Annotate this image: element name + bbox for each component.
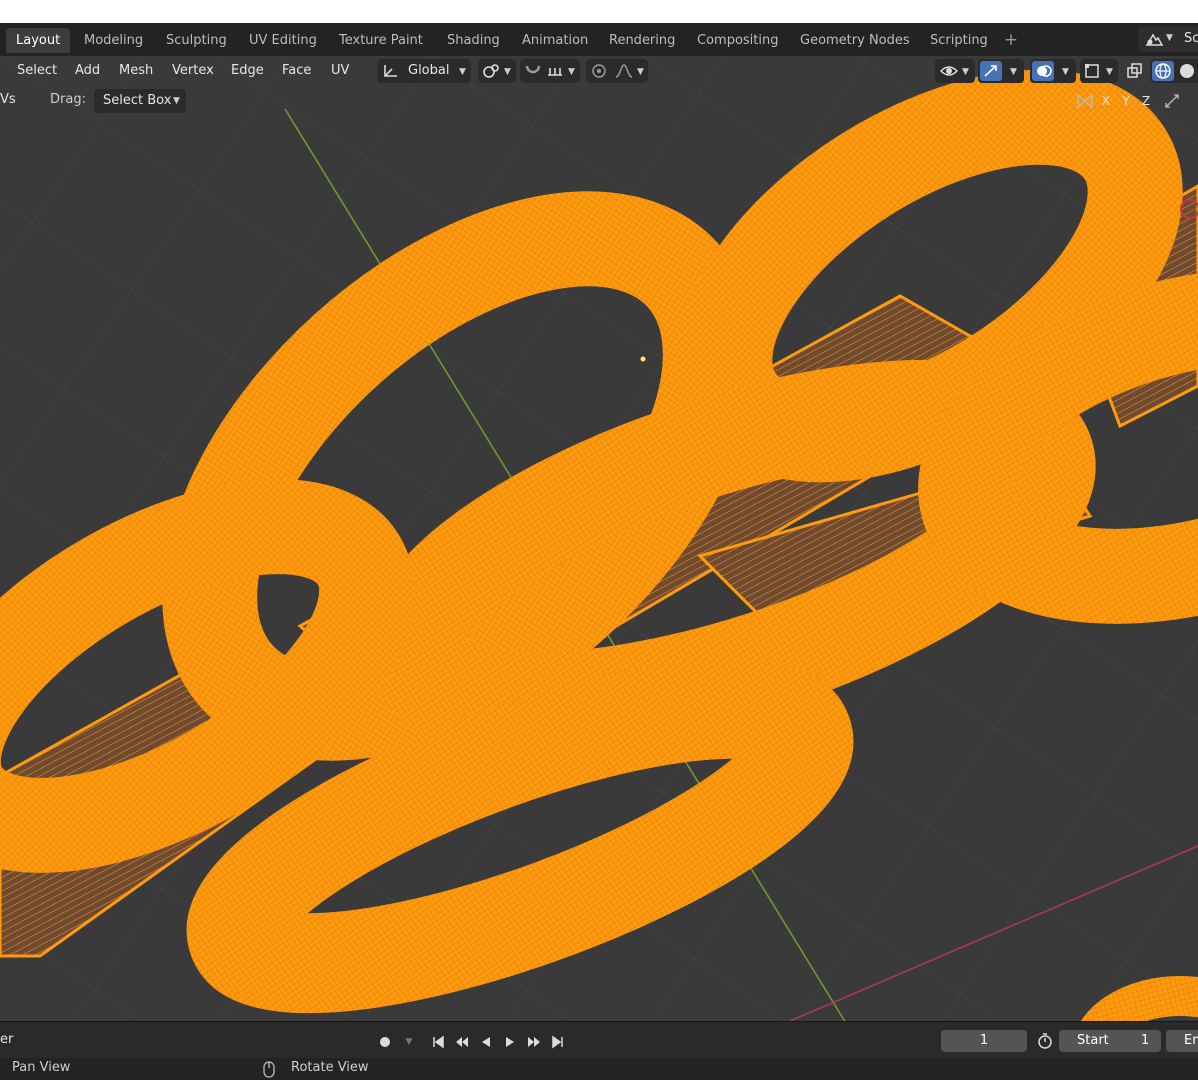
menu-vertex[interactable]: Vertex (165, 60, 221, 82)
viewport-header: Select Add Mesh Vertex Edge Face UV Glob… (0, 56, 1198, 86)
menu-face[interactable]: Face (275, 60, 318, 82)
mesh-overlay-icon (1085, 64, 1099, 78)
chevron-down-icon: ▼ (504, 67, 511, 77)
timeline-bar: er ▼ 1 Start 1 En (0, 1021, 1198, 1058)
blender-window: Layout Modeling Sculpting UV Editing Tex… (0, 23, 1198, 1080)
solid-shading-icon (1180, 64, 1194, 78)
shading-mode-group[interactable] (1150, 59, 1198, 83)
tool-setting-label: Vs (0, 92, 16, 107)
overlays-toggle[interactable]: ▼ (1030, 59, 1076, 83)
jump-prev-keyframe-button[interactable] (451, 1031, 473, 1053)
drag-select-value: Select Box (103, 93, 172, 108)
play-button[interactable] (499, 1031, 521, 1053)
tab-scripting[interactable]: Scripting (920, 28, 998, 53)
chevron-down-icon: ▼ (459, 67, 466, 77)
record-keyframe-button[interactable] (374, 1031, 396, 1053)
current-frame-field[interactable]: 1 (941, 1030, 1027, 1052)
pivot-icon (483, 64, 499, 78)
xray-toggle[interactable] (1122, 59, 1148, 83)
proportional-editing[interactable]: ▼ (586, 59, 648, 83)
play-reverse-icon (482, 1037, 490, 1047)
drag-select-dropdown[interactable]: Select Box ▼ (94, 89, 186, 113)
tab-shading[interactable]: Shading (437, 28, 510, 53)
chevron-down-icon: ▼ (962, 67, 969, 77)
mirror-z-toggle[interactable]: Z (1136, 89, 1156, 113)
tab-layout[interactable]: Layout (6, 28, 71, 53)
mouse-icon (263, 1061, 275, 1078)
tab-compositing[interactable]: Compositing (687, 28, 789, 53)
menu-edge[interactable]: Edge (224, 60, 271, 82)
viewport-scene[interactable] (0, 56, 1198, 1021)
gizmo-toggle[interactable]: ▼ (978, 59, 1024, 83)
butterfly-icon[interactable] (1076, 93, 1094, 109)
play-icon (506, 1037, 514, 1047)
auto-mirror-icon[interactable] (1164, 93, 1182, 109)
overlays-icon (1037, 65, 1052, 77)
tab-geometry-nodes[interactable]: Geometry Nodes (790, 28, 920, 53)
falloff-curve-icon (615, 64, 633, 78)
snap-magnet-icon (525, 65, 541, 74)
tab-rendering[interactable]: Rendering (599, 28, 685, 53)
tab-sculpting[interactable]: Sculpting (156, 28, 237, 53)
3d-viewport[interactable]: Select Add Mesh Vertex Edge Face UV Glob… (0, 56, 1198, 1021)
chevron-down-icon: ▼ (568, 67, 575, 77)
start-frame-label: Start (1077, 1033, 1109, 1048)
end-frame-field[interactable]: En (1166, 1030, 1198, 1052)
snap-increment-icon (548, 68, 562, 76)
scene-icon (1145, 33, 1164, 46)
jump-end-icon (552, 1035, 563, 1049)
xray-icon (1127, 63, 1142, 78)
selected-vertex[interactable] (640, 356, 646, 362)
snapping-controls[interactable]: ▼ (520, 59, 580, 83)
record-icon (380, 1037, 390, 1047)
mesh-symmetry-controls: X Y Z (1070, 89, 1198, 115)
status-bar: Pan View Rotate View (0, 1058, 1198, 1080)
status-pan-view: Pan View (12, 1060, 71, 1075)
status-rotate-view: Rotate View (291, 1060, 369, 1075)
chevron-down-icon: ▼ (1010, 67, 1017, 77)
wireframe-shading-icon (1155, 63, 1171, 79)
jump-next-keyframe-button[interactable] (523, 1031, 545, 1053)
mesh-edit-overlays[interactable]: ▼ (1080, 59, 1118, 83)
tab-modeling[interactable]: Modeling (74, 28, 153, 53)
jump-to-end-button[interactable] (547, 1031, 569, 1053)
tab-animation[interactable]: Animation (512, 28, 598, 53)
prev-keyframe-icon (456, 1037, 468, 1047)
menu-add[interactable]: Add (68, 60, 107, 82)
gizmo-icon (984, 65, 997, 77)
proportional-editing-icon (592, 64, 606, 78)
menu-uv[interactable]: UV (324, 60, 356, 82)
scene-selector[interactable]: ▼ Sc (1138, 27, 1198, 52)
scene-name: Sc (1184, 31, 1198, 46)
keying-dropdown[interactable]: ▼ (398, 1031, 420, 1053)
orientation-value: Global (408, 63, 450, 78)
chevron-down-icon: ▼ (173, 96, 180, 106)
tab-uv-editing[interactable]: UV Editing (239, 28, 327, 53)
menu-select[interactable]: Select (10, 60, 64, 82)
workspace-tab-bar: Layout Modeling Sculpting UV Editing Tex… (0, 23, 1198, 56)
play-reverse-button[interactable] (475, 1031, 497, 1053)
next-keyframe-icon (528, 1037, 540, 1047)
start-frame-value: 1 (1141, 1033, 1150, 1048)
menu-mesh[interactable]: Mesh (112, 60, 160, 82)
start-frame-field[interactable]: Start 1 (1059, 1030, 1161, 1052)
tab-texture-paint[interactable]: Texture Paint (329, 28, 433, 53)
jump-start-icon (433, 1035, 444, 1049)
chevron-down-icon: ▼ (637, 67, 644, 77)
pivot-point-dropdown[interactable]: ▼ (478, 59, 516, 83)
orientation-icon (384, 65, 397, 77)
transform-orientation-dropdown[interactable]: Global ▼ (377, 59, 471, 83)
stopwatch-icon[interactable] (1036, 1032, 1054, 1050)
eye-icon (939, 66, 959, 76)
mirror-y-toggle[interactable]: Y (1116, 89, 1136, 113)
chevron-down-icon: ▼ (1106, 67, 1113, 77)
chevron-down-icon: ▼ (1062, 67, 1069, 77)
drag-label: Drag: (50, 92, 86, 107)
chevron-down-icon: ▼ (1166, 33, 1173, 43)
mirror-x-toggle[interactable]: X (1096, 89, 1116, 113)
object-visibility-dropdown[interactable]: ▼ (935, 59, 975, 83)
jump-to-start-button[interactable] (427, 1031, 449, 1053)
timeline-menu-label[interactable]: er (0, 1032, 13, 1047)
add-workspace-button[interactable]: + (1000, 28, 1022, 53)
